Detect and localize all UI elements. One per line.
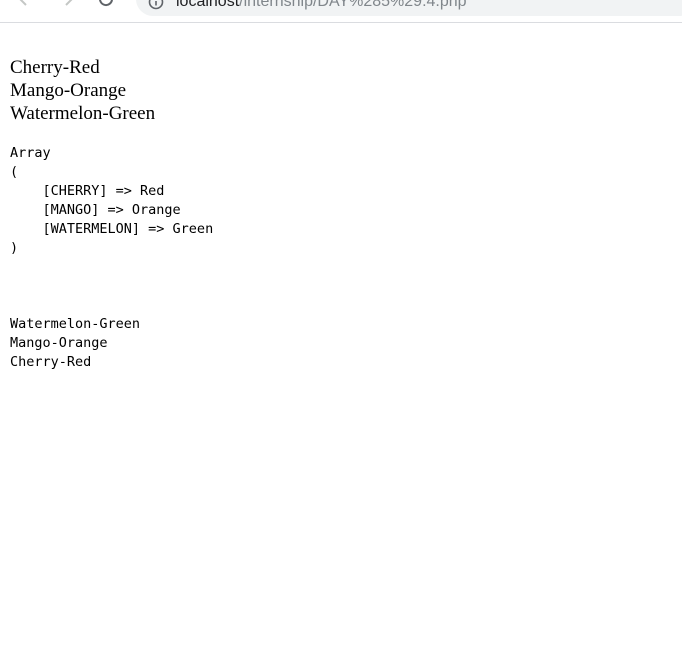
info-icon[interactable] xyxy=(148,0,164,10)
sorted-output: Watermelon-Green Mango-Orange Cherry-Red xyxy=(10,315,213,372)
arrow-left-icon xyxy=(19,0,27,6)
arrow-right-icon xyxy=(65,0,73,6)
address-bar[interactable]: localhost/internship/DAY%285%29.4.php xyxy=(136,0,682,16)
page-content: Cherry-Red Mango-Orange Watermelon-Green… xyxy=(10,56,213,372)
echo-line: Watermelon-Green xyxy=(10,103,156,124)
array-close-paren: ) xyxy=(10,240,19,256)
browser-toolbar: localhost/internship/DAY%285%29.4.php xyxy=(0,0,682,23)
url-text: localhost/internship/DAY%285%29.4.php xyxy=(176,0,467,11)
reload-button[interactable] xyxy=(96,0,116,9)
array-entry: [CHERRY] => Red xyxy=(10,183,165,199)
array-entry: [MANGO] => Orange xyxy=(10,202,181,218)
array-open-paren: ( xyxy=(10,164,19,180)
url-host: localhost xyxy=(176,0,240,10)
url-path: /internship/DAY%285%29.4.php xyxy=(239,0,467,10)
forward-button[interactable] xyxy=(58,0,78,9)
echo-line: Mango-Orange xyxy=(10,80,127,101)
echo-output: Cherry-Red Mango-Orange Watermelon-Green xyxy=(10,56,213,125)
array-entry: [WATERMELON] => Green xyxy=(10,221,214,237)
reload-icon xyxy=(99,0,113,7)
array-header: Array xyxy=(10,145,51,161)
sorted-line: Mango-Orange xyxy=(10,335,108,351)
echo-line: Cherry-Red xyxy=(10,57,100,78)
print-r-output: Array ( [CHERRY] => Red [MANGO] => Orange… xyxy=(10,144,213,258)
sorted-line: Cherry-Red xyxy=(10,354,92,370)
back-button[interactable] xyxy=(14,0,34,9)
sorted-line: Watermelon-Green xyxy=(10,316,141,332)
